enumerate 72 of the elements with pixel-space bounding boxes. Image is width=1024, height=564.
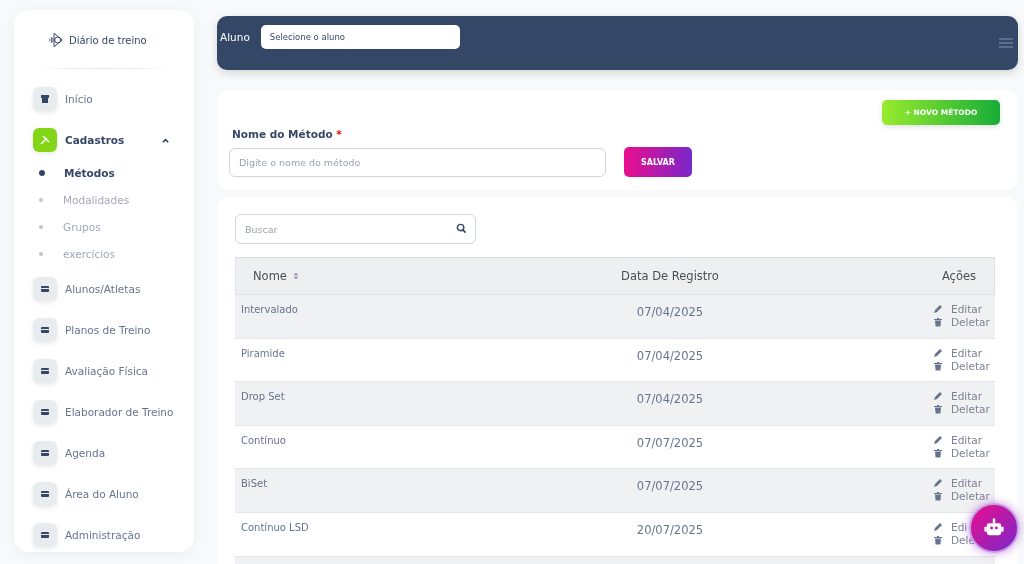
edit-link[interactable]: Editar [933,390,983,403]
sidebar-item[interactable]: Alunos/Atletas [32,273,176,305]
pencil-icon [933,347,943,358]
save-button[interactable]: SALVAR [624,147,692,177]
tools-icon [39,134,51,146]
edit-link[interactable]: Editar [933,477,983,490]
sidebar-item[interactable]: Administração [32,519,176,551]
trash-icon [933,360,943,371]
delete-link[interactable]: Deletar [933,316,990,328]
search-field[interactable]: Buscar [235,214,476,244]
trash-icon [933,317,943,327]
submenu-item[interactable]: Métodos [32,159,176,186]
required-mark: * [336,128,342,140]
sidebar-item[interactable]: Planos de Treino [32,314,176,346]
student-label: Aluno [220,31,250,43]
table-cell: 20/07/2025 [636,522,704,537]
sidebar-item[interactable]: Cadastros [32,124,176,156]
delete-link[interactable]: Deletar [933,490,990,503]
trash-icon [933,534,943,545]
card-icon [39,488,51,500]
column-header: Ações [941,269,976,283]
table-cell: 07/04/2025 [636,305,704,319]
submenu-item[interactable]: Grupos [32,213,176,240]
table-cell: 07/07/2025 [636,479,704,494]
column-header[interactable]: Nome [253,269,287,283]
field-label: Nome do Método [232,128,333,140]
pencil-icon [933,521,943,532]
table-cell: Drop Set [241,391,285,403]
sidebar-item[interactable]: Avaliação Física [32,355,176,387]
trash-icon [933,447,943,458]
pencil-icon [933,304,943,314]
table-cell: Intervalado [241,304,298,315]
trash-icon [933,491,943,502]
edit-link[interactable]: Editar [933,433,983,446]
table-cell: Piramide [241,347,285,359]
pencil-icon [933,391,943,402]
table-cell: Contínuo [241,434,286,446]
card-icon [39,283,51,295]
sidebar-item[interactable]: Área do Aluno [32,478,176,510]
edit-link[interactable]: Edi [933,520,968,533]
table-cell: Contínuo LSD [241,521,309,533]
trash-icon [933,404,943,415]
student-select[interactable]: Selecione o aluno [260,25,460,49]
card-icon [39,529,51,541]
card-icon [39,365,51,377]
delete-link[interactable]: Deletar [933,403,990,416]
chevron-up-icon[interactable] [161,135,170,145]
submenu-item[interactable]: Modalidades [32,186,176,213]
edit-link[interactable]: Editar [933,303,983,315]
table-cell: BiSet [241,478,268,490]
sidebar-item[interactable]: Agenda [32,437,176,469]
delete-link[interactable]: Deletar [933,446,990,459]
pencil-icon [933,478,943,489]
delete-link[interactable]: Deletar [933,359,990,372]
card-icon [39,406,51,418]
table-cell: 07/04/2025 [636,348,704,363]
column-header: Data De Registro [621,269,719,283]
sidebar-item[interactable]: Início [32,83,176,115]
store-icon [39,93,51,105]
card-icon [39,324,51,336]
table-cell: 07/04/2025 [636,392,704,407]
search-icon [456,223,467,234]
sidebar-item[interactable]: Elaborador de Treino [32,396,176,428]
pencil-icon [933,434,943,445]
card-icon [39,447,51,459]
submenu-item[interactable]: exercícios [32,240,176,267]
sort-icon[interactable] [292,272,299,280]
table-cell: 07/07/2025 [636,435,704,450]
delete-link[interactable]: Dele [933,533,975,546]
edit-link[interactable]: Editar [933,346,983,359]
brand-name: Diário de treino [69,34,147,46]
method-name-field[interactable]: Digite o nome do método [229,147,606,177]
